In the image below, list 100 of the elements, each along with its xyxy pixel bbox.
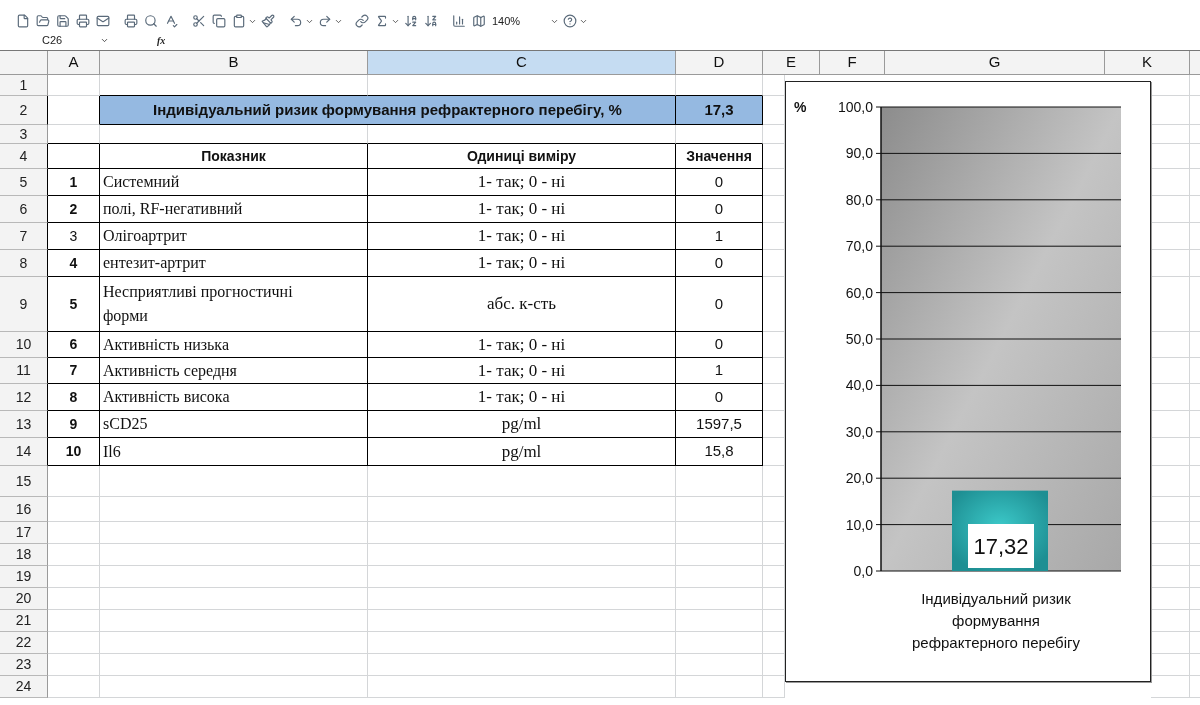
- table-cell: Активність низька: [100, 332, 368, 358]
- row-header[interactable]: 7: [0, 223, 48, 250]
- table-cell: 1597,5: [676, 411, 763, 438]
- table-cell: полі, RF-негативний: [100, 196, 368, 223]
- table-cell: ентезит-артрит: [100, 250, 368, 277]
- data-label: 17,32: [973, 534, 1029, 559]
- row-header[interactable]: 1: [0, 75, 48, 96]
- row-header[interactable]: 13: [0, 411, 48, 438]
- table-cell: pg/ml: [368, 411, 676, 438]
- table-cell: 3: [48, 223, 100, 250]
- result-cell: 17,3: [676, 96, 763, 125]
- table-cell: Активність середня: [100, 358, 368, 384]
- axis-label: 30,0: [845, 423, 873, 440]
- row-header[interactable]: 4: [0, 144, 48, 169]
- table-cell: 9: [48, 411, 100, 438]
- table-cell: 1- так; 0 - ні: [368, 223, 676, 250]
- table-cell: 7: [48, 358, 100, 384]
- data-label: 17,32: [968, 524, 1034, 568]
- column-header[interactable]: F: [820, 51, 885, 75]
- axis-label: 70,0: [845, 238, 873, 255]
- select-all-button[interactable]: [0, 51, 48, 75]
- row-header[interactable]: 3: [0, 125, 48, 144]
- header-cell: Одиниці виміру: [368, 144, 676, 169]
- row-header[interactable]: 14: [0, 438, 48, 466]
- axis-label: 0,0: [853, 563, 873, 579]
- name-box[interactable]: C26: [42, 31, 100, 49]
- preview-icon[interactable]: [142, 12, 160, 30]
- table-cell: 6: [48, 332, 100, 358]
- copy-icon[interactable]: [210, 12, 228, 30]
- table-cell: 8: [48, 384, 100, 411]
- save-icon[interactable]: [54, 12, 72, 30]
- chart-icon[interactable]: [450, 12, 468, 30]
- row-header[interactable]: 23: [0, 654, 48, 676]
- row-header[interactable]: 12: [0, 384, 48, 411]
- table-cell: 0: [676, 384, 763, 411]
- column-header[interactable]: G: [885, 51, 1105, 75]
- row-header[interactable]: 8: [0, 250, 48, 277]
- table-cell: 0: [676, 277, 763, 332]
- row-header[interactable]: 11: [0, 358, 48, 384]
- help-icon[interactable]: [561, 12, 579, 30]
- row-header[interactable]: 10: [0, 332, 48, 358]
- table-cell: 1- так; 0 - ні: [368, 332, 676, 358]
- row-header[interactable]: 20: [0, 588, 48, 610]
- axis-label: 90,0: [845, 145, 873, 162]
- function-button[interactable]: fx: [157, 32, 166, 48]
- table-cell: 2: [48, 196, 100, 223]
- row-header[interactable]: 22: [0, 632, 48, 654]
- row-header[interactable]: 24: [0, 676, 48, 698]
- category-label: Індивідуальний ризик формування рефрактерного перебігу: [911, 589, 1081, 653]
- header-cell: Значення: [676, 144, 763, 169]
- table-cell: pg/ml: [368, 438, 676, 466]
- row-header[interactable]: 16: [0, 497, 48, 522]
- row-header[interactable]: 15: [0, 466, 48, 497]
- table-cell: Активність висока: [100, 384, 368, 411]
- grid-cell[interactable]: [48, 144, 100, 169]
- table-cell: 1- так; 0 - ні: [368, 358, 676, 384]
- table-cell: 0: [676, 196, 763, 223]
- table-cell: 0: [676, 332, 763, 358]
- table-cell: 5: [48, 277, 100, 332]
- table-cell: 0: [676, 250, 763, 277]
- axis-label: 100,0: [837, 99, 873, 115]
- row-header[interactable]: 21: [0, 610, 48, 632]
- table-cell: 10: [48, 438, 100, 466]
- column-header[interactable]: E: [763, 51, 820, 75]
- table-cell: 1: [676, 223, 763, 250]
- table-cell: абс. к-сть: [368, 277, 676, 332]
- brush-icon[interactable]: [259, 12, 277, 30]
- axis-label: 60,0: [845, 284, 873, 301]
- table-cell: 1- так; 0 - ні: [368, 196, 676, 223]
- table-cell: 1- так; 0 - ні: [368, 250, 676, 277]
- link-icon[interactable]: [353, 12, 371, 30]
- row-header[interactable]: 2: [0, 96, 48, 125]
- row-header[interactable]: 5: [0, 169, 48, 196]
- axis-title: %: [794, 99, 807, 115]
- row-header[interactable]: 19: [0, 566, 48, 588]
- header-cell: Показник: [100, 144, 368, 169]
- axis-label: 20,0: [845, 470, 873, 487]
- row-header[interactable]: 6: [0, 196, 48, 223]
- table-cell: 1- так; 0 - ні: [368, 169, 676, 196]
- table-cell: 1- так; 0 - ні: [368, 384, 676, 411]
- table-cell: sCD25: [100, 411, 368, 438]
- column-header[interactable]: C: [368, 51, 676, 75]
- print-icon[interactable]: [122, 12, 140, 30]
- row-header[interactable]: 9: [0, 277, 48, 332]
- printer-icon[interactable]: [74, 12, 92, 30]
- column-header[interactable]: D: [676, 51, 763, 75]
- column-header[interactable]: K: [1105, 51, 1190, 75]
- column-header[interactable]: [1190, 51, 1200, 75]
- axis-label: 40,0: [845, 377, 873, 394]
- column-header[interactable]: B: [100, 51, 368, 75]
- table-cell: Несприятливі прогностичні форми: [100, 277, 368, 332]
- row-header[interactable]: 17: [0, 522, 48, 544]
- zoom-field[interactable]: 140%: [490, 12, 548, 30]
- column-header[interactable]: A: [48, 51, 100, 75]
- table-cell: 0: [676, 169, 763, 196]
- row-header[interactable]: 18: [0, 544, 48, 566]
- title-cell: Індивідуальний ризик формування рефрактерного перебігу, %: [100, 96, 676, 125]
- axis-label: 10,0: [845, 516, 873, 533]
- axis-label: 80,0: [845, 191, 873, 208]
- table-cell: Олігоартрит: [100, 223, 368, 250]
